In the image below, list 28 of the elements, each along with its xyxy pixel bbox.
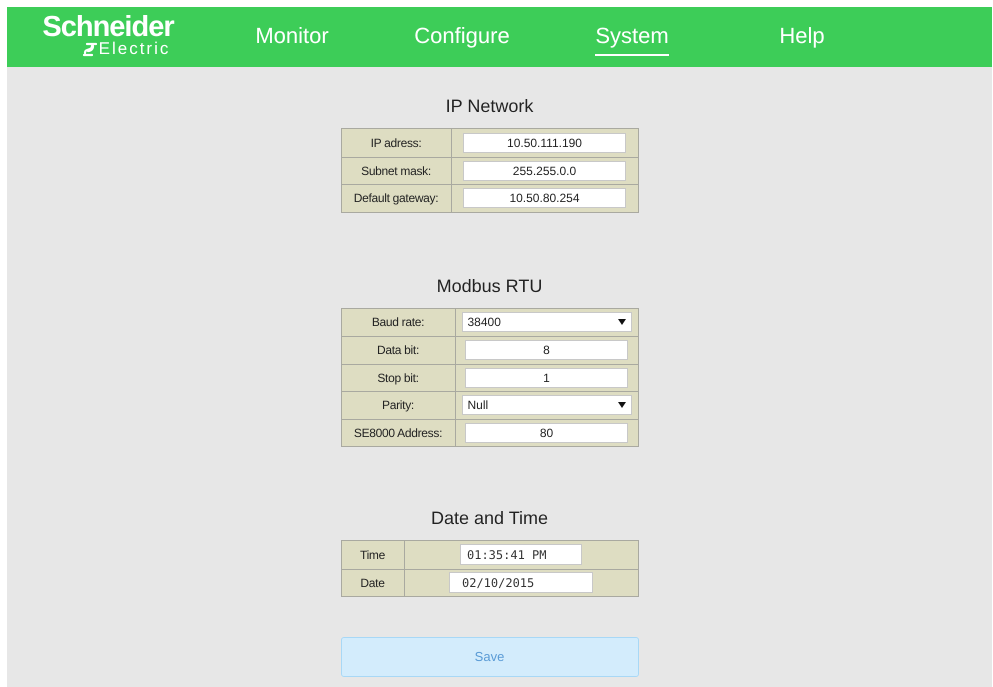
time-field[interactable]: 01:35:41 PM (460, 544, 582, 566)
input-field[interactable]: 255.255.0.0 (463, 160, 626, 181)
section-title: Modbus RTU (436, 274, 542, 296)
input-field[interactable]: 80 (465, 422, 628, 443)
dropdown-arrow-icon (618, 319, 626, 326)
input-field[interactable]: 10.50.111.190 (463, 132, 626, 153)
dropdown[interactable]: 38400 (462, 312, 632, 332)
input-field[interactable]: 8 (465, 340, 628, 360)
dropdown[interactable]: Null (462, 395, 632, 416)
logo-subtitle: Electric (98, 40, 170, 57)
section-title: IP Network (446, 95, 534, 117)
input-field[interactable]: 10.50.80.254 (463, 188, 626, 208)
field-label: SE8000 Address: (354, 424, 442, 442)
logo-icon (82, 40, 98, 56)
logo-text: Schneider (42, 13, 174, 42)
field-label: IP adress: (370, 134, 422, 152)
dropdown-arrow-icon (618, 402, 626, 408)
field-label: Baud rate: (372, 314, 424, 332)
field-label: Date (360, 574, 385, 592)
field-label: Subnet mask: (361, 162, 431, 180)
field-label: Stop bit: (377, 370, 419, 387)
field-label: Data bit: (377, 342, 419, 360)
field-label: Default gateway: (354, 190, 438, 208)
section-title: Date and Time (430, 507, 548, 529)
input-field[interactable]: 1 (465, 368, 628, 388)
field-label: Parity: (382, 397, 414, 414)
date-field[interactable]: 02/10/2015 (449, 572, 593, 594)
field-label: Time (360, 546, 386, 564)
